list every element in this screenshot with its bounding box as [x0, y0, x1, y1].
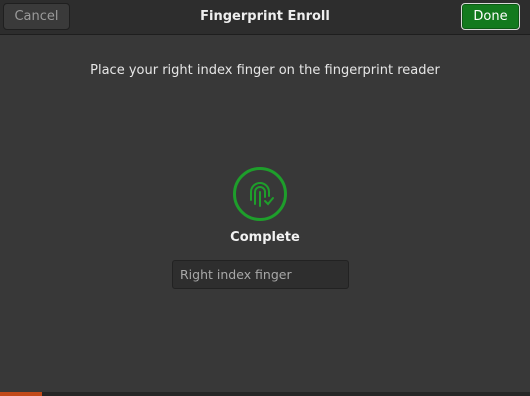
header-bar: Cancel Fingerprint Enroll Done: [0, 0, 530, 35]
fingerprint-icon: [232, 166, 288, 222]
fingerprint-enroll-dialog: Cancel Fingerprint Enroll Done Place you…: [0, 0, 530, 396]
instruction-text: Place your right index finger on the fin…: [90, 63, 440, 78]
cancel-button[interactable]: Cancel: [3, 3, 70, 30]
taskbar-strip: [0, 392, 530, 396]
finger-name-field[interactable]: [172, 260, 349, 289]
dialog-title: Fingerprint Enroll: [200, 9, 330, 24]
enroll-status-label: Complete: [230, 230, 300, 245]
taskbar-accent: [0, 392, 42, 396]
done-button[interactable]: Done: [461, 3, 520, 30]
